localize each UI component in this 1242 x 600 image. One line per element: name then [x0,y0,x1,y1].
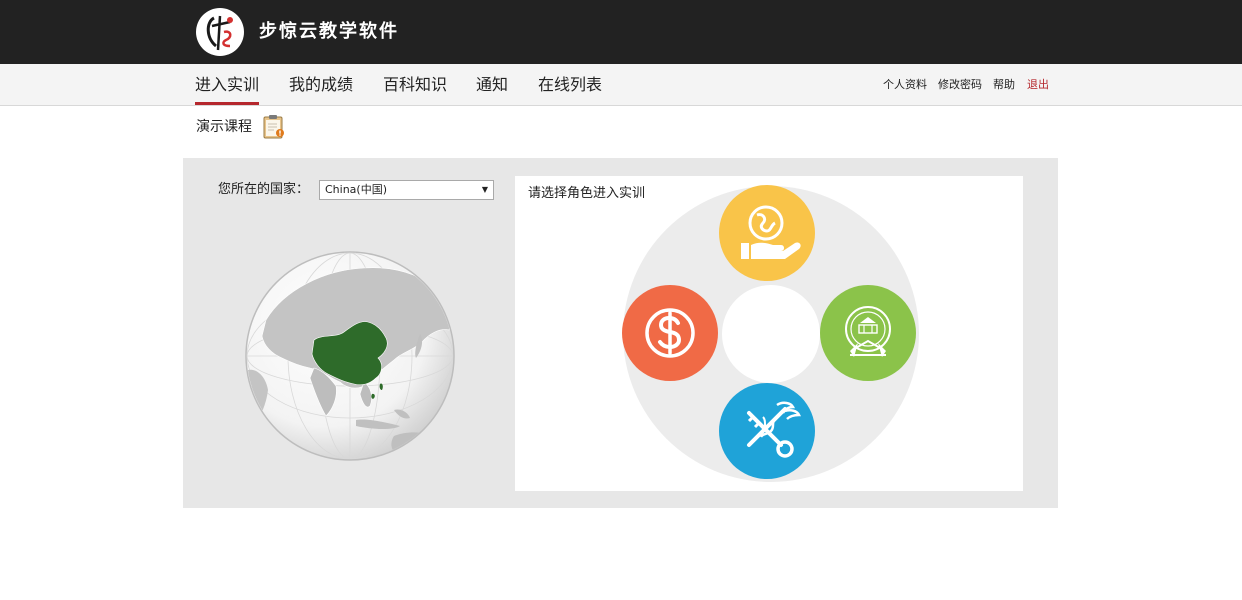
course-name: 演示课程 [196,119,252,135]
national-emblem-icon [820,285,916,381]
role-button-top[interactable] [719,185,815,281]
country-label: 您所在的国家： [218,182,310,197]
profile-link[interactable]: 个人资料 [883,64,927,105]
globe-in-hand-icon [719,185,815,281]
role-button-bottom[interactable] [719,383,815,479]
country-selected-value: China(中国) [325,183,388,196]
app-logo[interactable] [196,8,244,56]
dollar-coin-icon [622,285,718,381]
clipboard-icon[interactable] [262,114,286,140]
change-password-link[interactable]: 修改密码 [938,64,982,105]
nav-tab-notifications[interactable]: 通知 [476,64,508,105]
logout-link[interactable]: 退出 [1027,64,1049,105]
nav-tab-my-scores[interactable]: 我的成绩 [289,64,353,105]
nav-tab-online-list[interactable]: 在线列表 [538,64,602,105]
main-nav: 进入实训 我的成绩 百科知识 通知 在线列表 个人资料 修改密码 帮助 退出 [0,64,1242,106]
app-title: 步惊云教学软件 [259,21,399,42]
nav-tab-encyclopedia[interactable]: 百科知识 [383,64,447,105]
role-selection-title: 请选择角色进入实训 [528,186,646,201]
globe-map[interactable] [244,250,456,462]
role-button-left[interactable] [622,285,718,381]
dropdown-caret-icon: ▼ [481,185,488,194]
role-button-right[interactable] [820,285,916,381]
customs-key-caduceus-icon [719,383,815,479]
country-select[interactable]: China(中国) ▼ [319,180,494,200]
top-header-bar: 步惊云教学软件 [0,0,1242,64]
help-link[interactable]: 帮助 [993,64,1015,105]
role-ring-center [722,285,820,383]
nav-tab-enter-training[interactable]: 进入实训 [195,64,260,105]
